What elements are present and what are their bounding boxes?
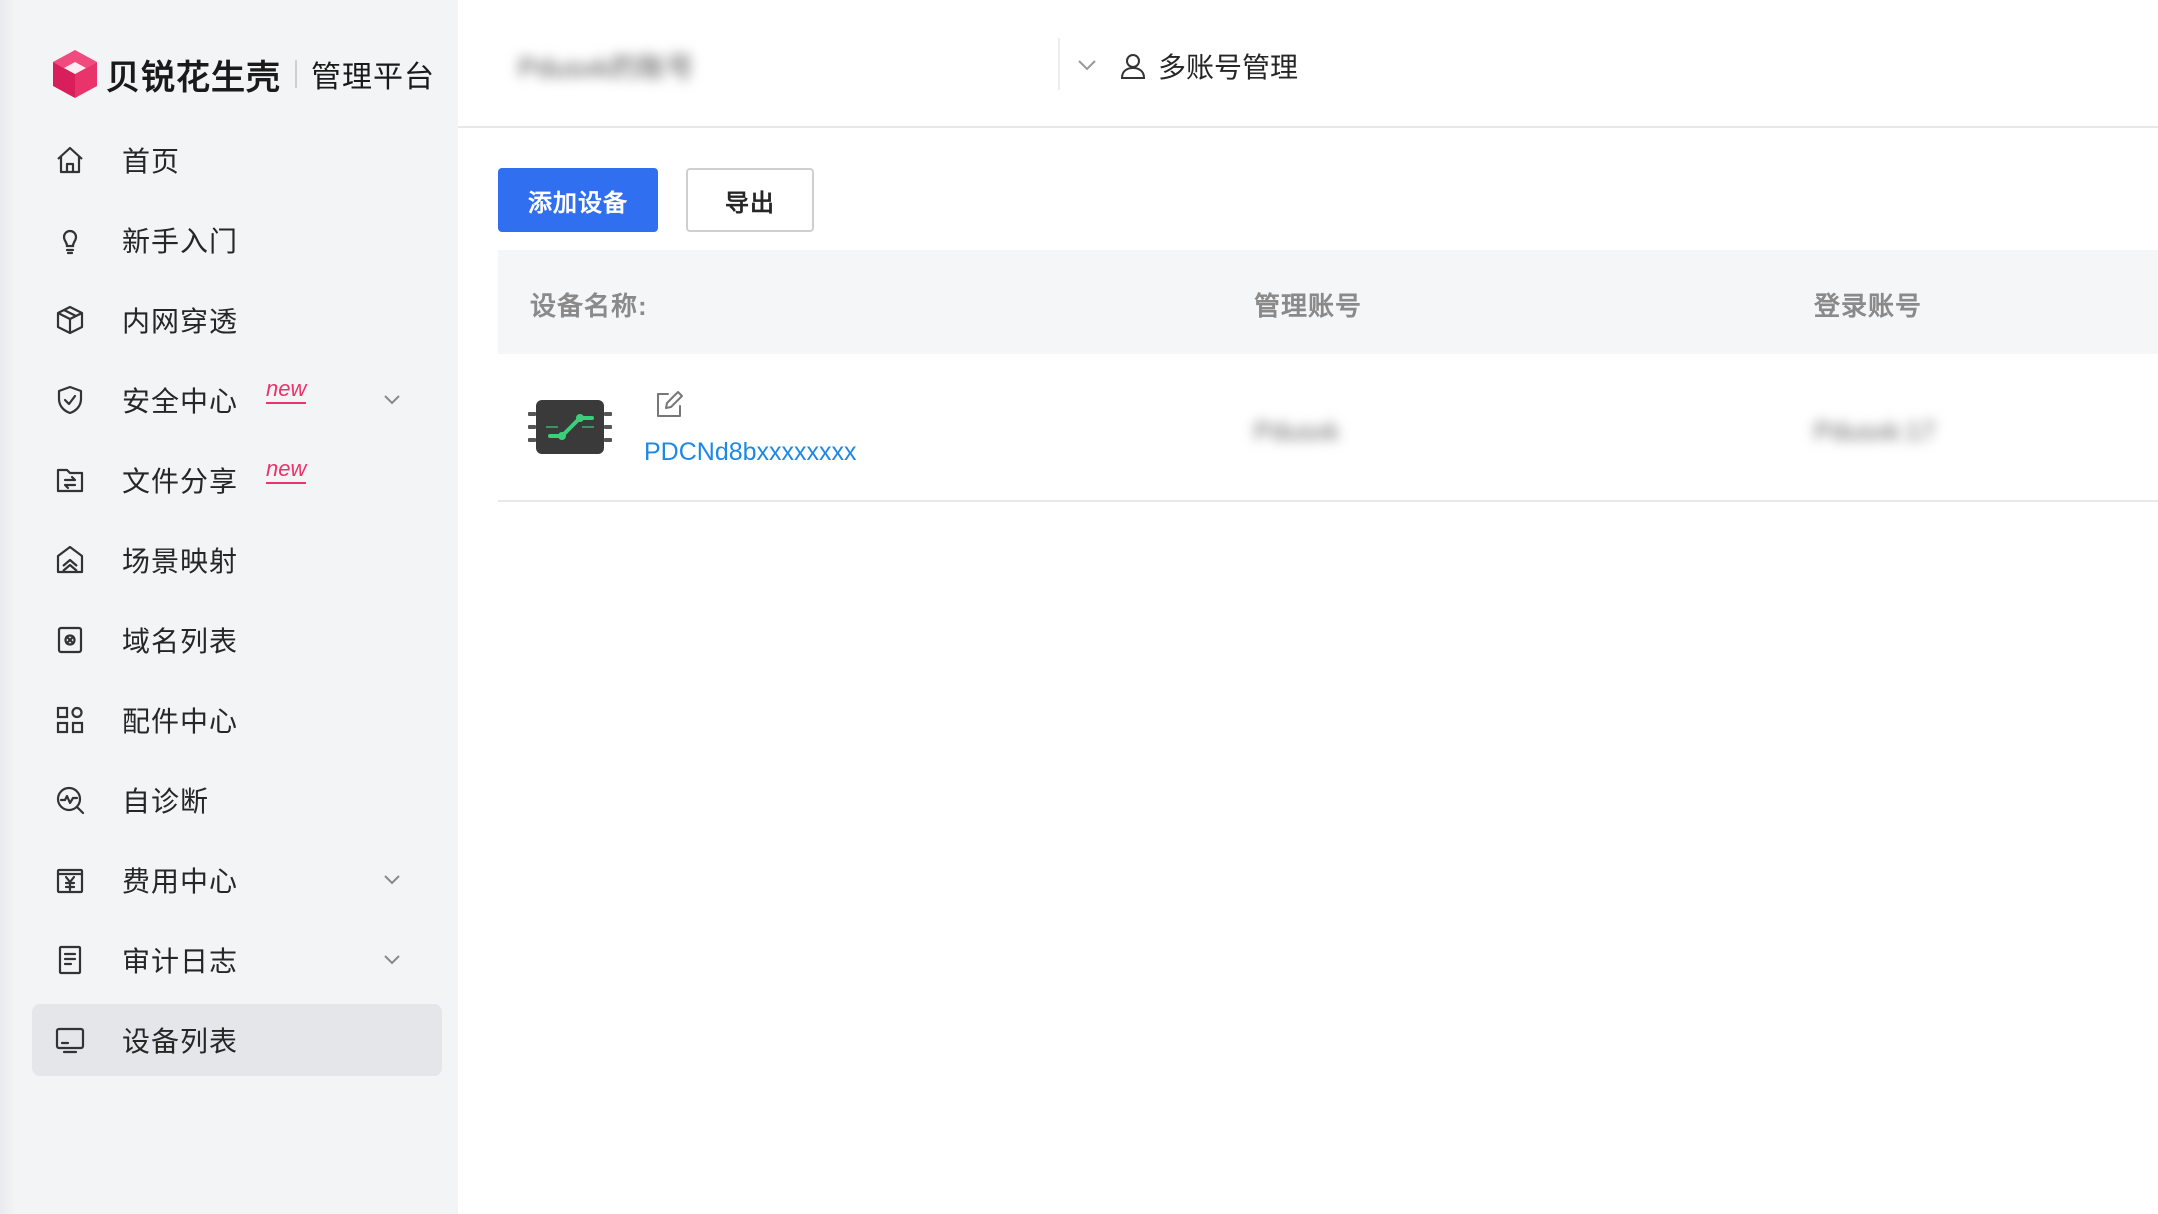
sidebar-item-security[interactable]: 安全中心 new bbox=[32, 364, 442, 436]
chevron-down-icon[interactable] bbox=[382, 872, 402, 886]
chevron-down-icon[interactable] bbox=[1076, 58, 1098, 72]
top-bar: Pdusxk的账号 多账号管理 bbox=[458, 0, 2158, 128]
sidebar-item-label: 审计日志 bbox=[122, 946, 239, 977]
header-manage-account: 管理账号 bbox=[1254, 291, 1363, 321]
sidebar-item-label: 费用中心 bbox=[122, 866, 239, 897]
edit-icon[interactable] bbox=[654, 390, 684, 420]
new-badge: new bbox=[266, 458, 307, 484]
multi-account-label: 多账号管理 bbox=[1158, 52, 1299, 83]
brand-logo[interactable]: 贝锐花生壳 管理平台 bbox=[50, 44, 435, 104]
sidebar-item-label: 新手入门 bbox=[122, 226, 239, 257]
device-chip-icon bbox=[528, 400, 612, 454]
toolbar: 添加设备 导出 bbox=[498, 168, 814, 232]
lightbulb-icon bbox=[54, 224, 86, 256]
sidebar-item-device-list[interactable]: 设备列表 bbox=[32, 1004, 442, 1076]
brand-separator bbox=[295, 60, 297, 88]
sidebar-nav: 首页 新手入门 内网穿透 安全中心 new 文件分享 new 场景映射 域名列表… bbox=[32, 124, 442, 1084]
table-row[interactable]: PDCNd8bxxxxxxxx Pdusxk Pdusxk:17 bbox=[498, 354, 2158, 502]
sidebar-item-home[interactable]: 首页 bbox=[32, 124, 442, 196]
divider bbox=[1058, 38, 1060, 90]
sidebar-item-label: 自诊断 bbox=[122, 786, 210, 817]
billing-icon bbox=[54, 864, 86, 896]
sidebar-item-file-share[interactable]: 文件分享 new bbox=[32, 444, 442, 516]
sidebar-item-domains[interactable]: 域名列表 bbox=[32, 604, 442, 676]
sidebar-item-self-diagnosis[interactable]: 自诊断 bbox=[32, 764, 442, 836]
diagnose-icon bbox=[54, 784, 86, 816]
sidebar-item-getting-started[interactable]: 新手入门 bbox=[32, 204, 442, 276]
home-icon bbox=[54, 144, 86, 176]
sidebar: 贝锐花生壳 管理平台 首页 新手入门 内网穿透 安全中心 new 文件分享 ne… bbox=[16, 0, 458, 1214]
cube-logo-icon bbox=[53, 50, 97, 98]
device-table: 设备名称: 管理账号 登录账号 PDCNd8bxxxxxxxx Pdusxk P… bbox=[498, 250, 2158, 502]
login-account-cell: Pdusxk:17 bbox=[1814, 416, 1936, 446]
monitor-icon bbox=[54, 1024, 86, 1056]
sidebar-item-accessories[interactable]: 配件中心 bbox=[32, 684, 442, 756]
sidebar-item-billing[interactable]: 费用中心 bbox=[32, 844, 442, 916]
file-share-icon bbox=[54, 464, 86, 496]
cube-icon bbox=[54, 304, 86, 336]
sidebar-item-label: 设备列表 bbox=[122, 1026, 239, 1057]
table-header: 设备名称: 管理账号 登录账号 bbox=[498, 250, 2158, 354]
grid-icon bbox=[54, 704, 86, 736]
brand-name: 贝锐花生壳 bbox=[106, 58, 281, 97]
window-edge bbox=[0, 0, 16, 1214]
multi-account-button[interactable]: 多账号管理 bbox=[1118, 46, 1298, 86]
new-badge: new bbox=[266, 378, 307, 404]
device-name-link[interactable]: PDCNd8bxxxxxxxx bbox=[644, 438, 857, 467]
sidebar-item-label: 内网穿透 bbox=[122, 306, 239, 337]
export-button[interactable]: 导出 bbox=[686, 168, 814, 232]
account-value: Pdusxk的账号 bbox=[518, 52, 694, 83]
sidebar-item-label: 域名列表 bbox=[122, 626, 239, 657]
domain-icon bbox=[54, 624, 86, 656]
header-device-name: 设备名称: bbox=[530, 291, 648, 321]
sidebar-item-label: 安全中心 bbox=[122, 386, 239, 417]
scene-map-icon bbox=[54, 544, 86, 576]
manage-account-cell: Pdusxk bbox=[1254, 416, 1340, 446]
chevron-down-icon[interactable] bbox=[382, 952, 402, 966]
sidebar-item-label: 文件分享 bbox=[122, 466, 239, 497]
brand-subtitle: 管理平台 bbox=[311, 61, 435, 94]
shield-icon bbox=[54, 384, 86, 416]
header-login-account: 登录账号 bbox=[1814, 291, 1923, 321]
sidebar-item-scene-mapping[interactable]: 场景映射 bbox=[32, 524, 442, 596]
chevron-down-icon[interactable] bbox=[382, 392, 402, 406]
sidebar-item-audit-log[interactable]: 审计日志 bbox=[32, 924, 442, 996]
sidebar-item-intranet[interactable]: 内网穿透 bbox=[32, 284, 442, 356]
add-device-button[interactable]: 添加设备 bbox=[498, 168, 658, 232]
sidebar-item-label: 首页 bbox=[122, 146, 181, 177]
log-icon bbox=[54, 944, 86, 976]
user-icon bbox=[1120, 54, 1146, 79]
sidebar-item-label: 场景映射 bbox=[122, 546, 239, 577]
account-select[interactable]: Pdusxk的账号 bbox=[518, 40, 1098, 92]
sidebar-item-label: 配件中心 bbox=[122, 706, 239, 737]
